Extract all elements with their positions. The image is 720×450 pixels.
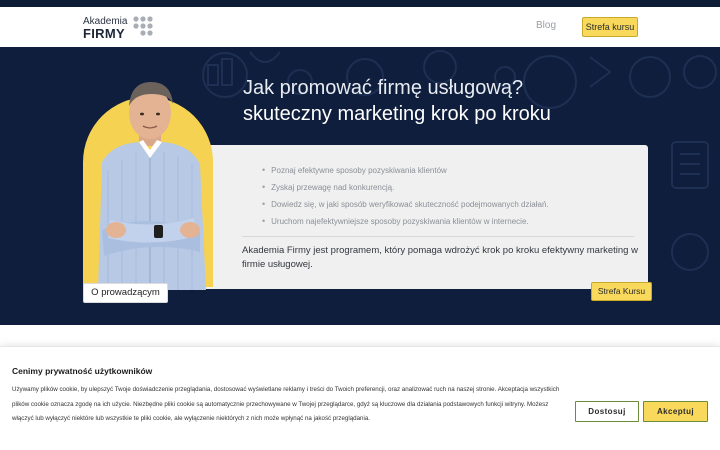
benefit-item: Poznaj efektywne sposoby pozyskiwania kl… <box>262 164 549 181</box>
about-presenter-button[interactable]: O prowadzącym <box>83 283 168 303</box>
hero-title-line2: skuteczny marketing krok po kroku <box>243 103 551 125</box>
hero-info-card: Poznaj efektywne sposoby pozyskiwania kl… <box>190 145 648 289</box>
cookie-consent-banner: Cenimy prywatność użytkowników Używamy p… <box>0 346 720 450</box>
benefit-item: Dowiedz się, w jaki sposób weryfikować s… <box>262 198 548 215</box>
program-description: Akademia Firmy jest programem, który pom… <box>242 245 638 270</box>
top-strip <box>0 0 720 7</box>
benefit-item: Zyskaj przewagę nad konkurencją. <box>262 181 549 198</box>
cookie-banner-title: Cenimy prywatność użytkowników <box>12 366 153 376</box>
benefit-item: Uruchom najefektywniejsze sposoby pozysk… <box>262 215 549 232</box>
logo[interactable]: Akademia FIRMY <box>83 16 163 42</box>
hero-title-line1: Jak promować firmę usługową? <box>243 77 524 99</box>
logo-dots-icon <box>133 16 153 36</box>
logo-text-firmy: FIRMY <box>83 26 125 41</box>
card-divider <box>242 236 634 237</box>
nav-link-blog[interactable]: Blog <box>536 20 556 31</box>
navbar: Akademia FIRMY Blog Strefa kursu <box>0 7 720 47</box>
cookie-banner-text: Używamy plików cookie, by ulepszyć Twoje… <box>12 386 560 422</box>
strefa-kursu-nav-button[interactable]: Strefa kursu <box>582 17 638 37</box>
cookie-accept-button[interactable]: Akceptuj <box>643 401 708 422</box>
strefa-kursu-button[interactable]: Strefa Kursu <box>591 282 652 301</box>
hero-section: Jak promować firmę usługową? skuteczny m… <box>0 47 720 325</box>
benefits-list: Poznaj efektywne sposoby pozyskiwania kl… <box>262 164 549 232</box>
cookie-customize-button[interactable]: Dostosuj <box>575 401 639 422</box>
presenter-photo <box>98 82 206 290</box>
